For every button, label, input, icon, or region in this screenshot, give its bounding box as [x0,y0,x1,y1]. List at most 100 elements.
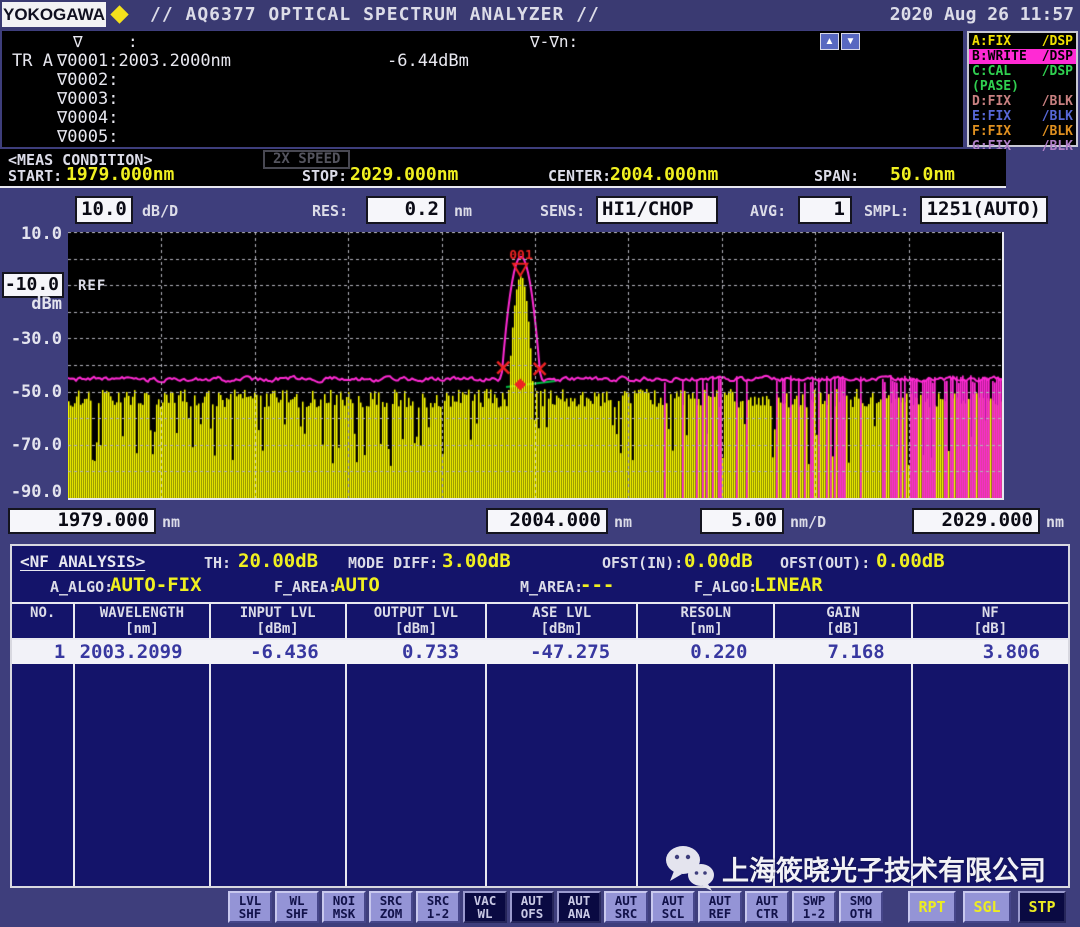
spectrum-plot[interactable] [68,232,1004,500]
nf-column-title: INPUT LVL [211,605,345,621]
nf-column-header: ASE LVL[dBm] [487,604,638,638]
nf-body-column [347,664,487,886]
trace-mode: /DSP [1042,64,1073,94]
ytick-minus30: -30.0 [0,329,62,349]
trace-status-row[interactable]: A:FIX/DSP [969,34,1076,49]
softkey-line2: 1-2 [427,907,450,920]
marker-row: ∇0002: [57,70,118,89]
a-algo-label: A_ALGO: [50,578,113,596]
average-label: AVG: [750,202,786,220]
resolution-unit: nm [454,202,472,220]
nf-column-title: GAIN [775,605,910,621]
nf-column-unit: [dBm] [211,621,345,637]
nf-column-title: RESOLN [638,605,773,621]
nf-column-header: WAVELENGTH[nm] [75,604,210,638]
softkey-vac-wl[interactable]: VACWL [463,891,507,923]
level-scale-field[interactable]: 10.0 [75,196,133,224]
softkey-lvl-shf[interactable]: LVLSHF [228,891,272,923]
softkey-line2: SHF [286,907,309,920]
nf-column-unit: [nm] [75,621,208,637]
datetime: 2020 Aug 26 11:57 [890,4,1074,25]
marker-row: ∇0003: [57,89,118,108]
softkey-aut-ref[interactable]: AUTREF [698,891,742,923]
average-field[interactable]: 1 [798,196,852,224]
xaxis-scale-field[interactable]: 5.00 [700,508,784,534]
ytick-minus50: -50.0 [0,382,62,402]
trace-mode: /BLK [1042,109,1073,124]
start-value: 1979.000nm [66,164,174,185]
softkey-src-zom[interactable]: SRCZOM [369,891,413,923]
sensitivity-label: SENS: [540,202,585,220]
th-label: TH: [204,554,231,572]
softkey-aut-ctr[interactable]: AUTCTR [745,891,789,923]
sensitivity-field[interactable]: HI1/CHOP [596,196,718,224]
trace-status-row[interactable]: D:FIX/BLK [969,94,1076,109]
trace-name: A:FIX [972,34,1011,49]
xaxis-start-field[interactable]: 1979.000 [8,508,156,534]
stop-value: 2029.000nm [350,164,458,185]
marker-colon: : [108,127,118,147]
softkey-src-1-2[interactable]: SRC1-2 [416,891,460,923]
softkey-smo-oth[interactable]: SMOOTH [839,891,883,923]
f-area-label: F_AREA: [274,578,337,596]
marker-up-button[interactable]: ▲ [820,33,839,50]
trace-name: F:FIX [972,124,1011,139]
softkey-label: SGL [973,901,1000,914]
softkey-wl-shf[interactable]: WLSHF [275,891,319,923]
f-area-value: AUTO [334,574,380,596]
sampling-field[interactable]: 1251(AUTO) [920,196,1048,224]
softkey-aut-ofs[interactable]: AUTOFS [510,891,554,923]
marker-level: -6.44dBm [387,51,469,71]
trace-status-row[interactable]: C:CAL (PASE)/DSP [969,64,1076,94]
resolution-field[interactable]: 0.2 [366,196,446,224]
marker-colon: : [108,51,118,71]
nf-column-header: GAIN[dB] [775,604,912,638]
nf-column-title: ASE LVL [487,605,636,621]
trace-status-row[interactable]: F:FIX/BLK [969,124,1076,139]
xaxis-stop-unit: nm [1046,513,1064,531]
softkey-line2: REF [709,907,732,920]
trace-status-panel: A:FIX/DSPB:WRITE/DSPC:CAL (PASE)/DSPD:FI… [967,31,1078,147]
marker-id: ∇0001 [57,51,108,71]
span-label: SPAN: [814,167,859,185]
softkey-aut-ana[interactable]: AUTANA [557,891,601,923]
nf-cell: 7.168 [775,640,912,664]
ytick-minus70: -70.0 [0,435,62,455]
softkey-line2: ANA [568,907,591,920]
softkey-aut-src[interactable]: AUTSRC [604,891,648,923]
trace-status-row[interactable]: E:FIX/BLK [969,109,1076,124]
softkey-rpt[interactable]: RPT [908,891,956,923]
nf-cell: 0.220 [638,640,775,664]
xaxis-stop-field[interactable]: 2029.000 [912,508,1040,534]
nf-column-header: OUTPUT LVL[dBm] [347,604,487,638]
trace-mode: /BLK [1042,124,1073,139]
marker-down-button[interactable]: ▼ [841,33,860,50]
nf-column-header: NF[dB] [913,604,1068,638]
wechat-icon [664,845,716,891]
marker-id: ∇0003 [57,89,108,109]
softkey-stp[interactable]: STP [1018,891,1066,923]
trace-status-row[interactable]: B:WRITE/DSP [969,49,1076,64]
ofst-out-value: 0.00dB [876,550,945,572]
yokogawa-logo: YOKOGAWA [2,2,106,27]
softkey-noi-msk[interactable]: NOIMSK [322,891,366,923]
nf-column-header: NO. [12,604,75,638]
nf-table-row[interactable]: 12003.2099-6.4360.733-47.2750.2207.1683.… [12,640,1068,664]
nf-cell: 3.806 [913,640,1068,664]
osa-screen: YOKOGAWA // AQ6377 OPTICAL SPECTRUM ANAL… [0,0,1080,927]
ofst-in-value: 0.00dB [684,550,753,572]
nf-column-header: RESOLN[nm] [638,604,775,638]
softkey-line2: MSK [333,907,356,920]
nf-analysis-title: <NF ANALYSIS> [20,552,145,571]
softkey-aut-scl[interactable]: AUTSCL [651,891,695,923]
xaxis-center-field[interactable]: 2004.000 [486,508,608,534]
f-algo-value: LINEAR [754,574,823,596]
marker-wavelength: 2003.2000nm [118,51,231,71]
m-area-label: M_AREA: [520,578,583,596]
trace-name: E:FIX [972,109,1011,124]
nf-body-column [487,664,638,886]
delta-marker-label: ∇-∇n: [530,32,578,51]
nf-column-unit: [dBm] [347,621,485,637]
softkey-sgl[interactable]: SGL [963,891,1011,923]
softkey-swp-1-2[interactable]: SWP1-2 [792,891,836,923]
